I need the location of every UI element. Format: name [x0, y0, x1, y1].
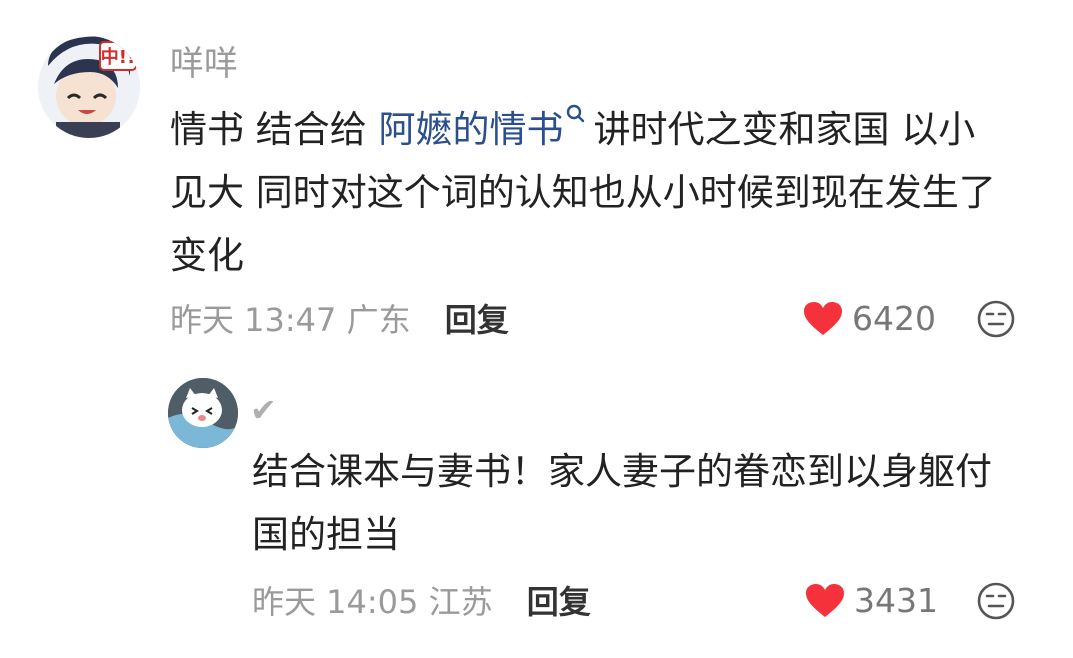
avatar-image: 中!!: [38, 36, 140, 138]
comment-line-1: 情书 结合给 阿嬷的情书 讲时代之变和家国 以小: [170, 98, 1050, 161]
like-count: 6420: [852, 299, 936, 338]
topic-link[interactable]: 阿嬷的情书: [379, 108, 564, 151]
like-button[interactable]: 6420: [804, 299, 936, 339]
neutral-face-icon: [977, 582, 1015, 620]
like-button[interactable]: 3431: [806, 581, 938, 621]
comment-line-2: 见大 同时对这个词的认知也从小时候到现在发生了: [170, 171, 996, 214]
comment-location: 广东: [346, 301, 411, 339]
username[interactable]: ✔: [250, 390, 277, 430]
search-icon[interactable]: [564, 102, 588, 132]
comment-time: 昨天 13:47: [170, 301, 337, 339]
avatar-badge-text: 中!!: [101, 46, 135, 68]
reply-item: ✔ 结合课本与妻书！家人妻子的眷恋到以身躯付 国的担当 昨天 14:05 江苏 …: [0, 360, 1073, 658]
comment-thread: { "comments": [ { "username": "咩咩", "tex…: [0, 0, 1073, 658]
comment-line-1: 结合课本与妻书！家人妻子的眷恋到以身躯付: [252, 450, 992, 493]
neutral-face-icon: [977, 300, 1015, 338]
comment-text: 结合课本与妻书！家人妻子的眷恋到以身躯付 国的担当: [252, 440, 1052, 566]
reply-button[interactable]: 回复: [445, 301, 509, 339]
avatar[interactable]: 中!!: [38, 36, 140, 138]
emoji-reaction-button[interactable]: [976, 581, 1016, 625]
avatar[interactable]: [168, 378, 238, 448]
comment-text-segment: 讲时代之变和家国 以小: [593, 108, 976, 151]
heart-icon: [806, 584, 844, 617]
comment-line-3: 变化: [170, 234, 244, 277]
like-count: 3431: [854, 581, 938, 620]
comment-text-segment: 情书 结合给: [170, 108, 379, 151]
comment-meta: 昨天 13:47 广东 回复: [170, 300, 509, 340]
comment-text: 情书 结合给 阿嬷的情书 讲时代之变和家国 以小 见大 同时对这个词的认知也从小时…: [170, 98, 1050, 287]
username[interactable]: 咩咩: [170, 44, 238, 84]
reply-button[interactable]: 回复: [527, 583, 591, 621]
comment-time: 昨天 14:05: [252, 583, 419, 621]
comment-meta: 昨天 14:05 江苏 回复: [252, 582, 591, 622]
comment-item: 中!! 咩咩 情书 结合给 阿嬷的情书 讲时代之变和家国 以小 见大 同时对这个词…: [0, 0, 1073, 360]
heart-icon: [804, 302, 842, 335]
avatar-image: [168, 378, 238, 448]
comment-line-2: 国的担当: [252, 513, 400, 556]
comment-location: 江苏: [428, 583, 493, 621]
emoji-reaction-button[interactable]: [976, 299, 1016, 343]
